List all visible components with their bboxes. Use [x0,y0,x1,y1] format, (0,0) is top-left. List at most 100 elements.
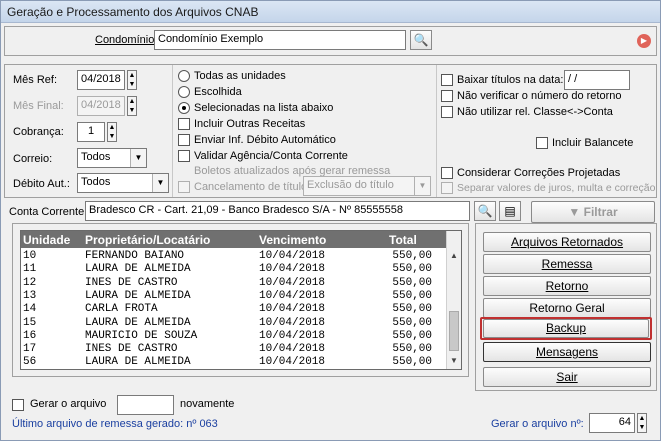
table-cell: 56 [23,356,37,369]
table-cell: 550,00 [392,316,432,329]
escolhida-label: Escolhida [194,86,242,98]
filtrar-button[interactable]: ▼ Filtrar [531,201,655,223]
sair-button[interactable]: Sair [483,367,651,387]
exclusao-value: Exclusão do título [307,179,394,191]
table-cell: 550,00 [392,356,432,369]
condominio-field[interactable]: Condomínio Exemplo [154,30,406,50]
table-cell: LAURA DE ALMEIDA [85,356,191,369]
table-cell: 10/04/2018 [259,329,326,342]
gerar-numero-spinner[interactable]: ▲ ▼ [637,413,647,433]
radio-selecionadas[interactable] [178,102,190,114]
mes-final-field[interactable]: 04/2018 [77,96,125,116]
table-row[interactable]: 15 LAURA DE ALMEIDA 10/04/2018 550,00 [21,317,446,330]
radio-todas-unidades[interactable] [178,70,190,82]
backup-button[interactable]: Backup [483,319,649,338]
separar-valores-checkbox[interactable] [441,182,453,194]
table-cell: 10 [23,250,37,262]
incluir-balancete-label: Incluir Balancete [552,137,634,149]
header-vencimento[interactable]: Vencimento [259,233,326,247]
table-cell: LAURA DE ALMEIDA [85,263,191,276]
exclusao-select[interactable]: Exclusão do título ▼ [303,176,431,196]
correio-value: Todos [81,151,111,163]
table-cell: 550,00 [392,303,432,316]
scroll-thumb[interactable] [449,311,459,351]
enviar-debito-checkbox[interactable] [178,134,190,146]
table-row[interactable]: 10 FERNANDO BAIANO 10/04/2018 550,00 [21,250,446,263]
table-cell: 550,00 [392,250,432,262]
incluir-outras-checkbox[interactable] [178,118,190,130]
nao-utilizar-checkbox[interactable] [441,106,453,118]
header-proprietario[interactable]: Proprietário/Locatário [85,233,210,247]
table-cell: FERNANDO BAIANO [85,250,185,262]
considerar-correcoes-label: Considerar Correções Projetadas [457,167,621,179]
gerar-arquivo-field[interactable] [117,395,174,415]
mes-ref-field[interactable]: 04/2018 [77,70,125,90]
table-cell: 10/04/2018 [259,263,326,276]
sair-label: Sair [556,370,578,384]
table-row[interactable]: 14 CARLA FROTA 10/04/2018 550,00 [21,303,446,316]
baixar-date-field[interactable]: / / [564,70,630,90]
table-row[interactable]: 13 LAURA DE ALMEIDA 10/04/2018 550,00 [21,290,446,303]
table-cell: 17 [23,343,37,356]
options-panel: Mês Ref: 04/2018 ▲ ▼ Mês Final: 04/2018 ▲… [4,64,657,198]
retorno-geral-button[interactable]: Retorno Geral [483,298,651,318]
scroll-up-icon[interactable]: ▲ [447,249,461,263]
validar-agencia-checkbox[interactable] [178,150,190,162]
arquivos-retornados-button[interactable]: Arquivos Retornados [483,232,651,252]
cancelamento-checkbox[interactable] [178,181,190,193]
search-conta-button[interactable]: 🔍 [474,201,496,221]
cobranca-field[interactable]: 1 [77,122,105,142]
mensagens-button[interactable]: Mensagens [483,342,651,362]
table-cell: 550,00 [392,263,432,276]
correio-select[interactable]: Todos ▼ [77,148,147,168]
table-cell: 12 [23,276,37,289]
remessa-button[interactable]: Remessa [483,254,651,274]
header-unidade[interactable]: Unidade [23,233,70,247]
considerar-correcoes-checkbox[interactable] [441,167,453,179]
mes-ref-label: Mês Ref: [13,74,58,86]
gerar-arquivo-checkbox[interactable] [12,399,24,411]
debito-select[interactable]: Todos ▼ [77,173,169,193]
conta-corrente-label: Conta Corrente: [9,206,88,218]
grid-scrollbar[interactable]: ▲ ▼ [446,231,461,369]
nao-verificar-checkbox[interactable] [441,90,453,102]
gerar-numero-field[interactable]: 64 [589,413,635,433]
nao-utilizar-label: Não utilizar rel. Classe<->Conta [457,106,613,118]
table-cell: 16 [23,329,37,342]
report-button[interactable]: ▤ [499,201,521,221]
table-cell: 10/04/2018 [259,276,326,289]
mes-final-spinner[interactable]: ▲ ▼ [127,96,137,116]
conta-corrente-field[interactable]: Bradesco CR - Cart. 21,09 - Banco Brades… [85,201,470,221]
todas-unidades-label: Todas as unidades [194,70,286,82]
table-row[interactable]: 17 INES DE CASTRO 10/04/2018 550,00 [21,343,446,356]
condominio-label: Condomínio: [95,34,158,46]
gerar-numero-label: Gerar o arquivo nº: [491,418,584,430]
table-row[interactable]: 11 LAURA DE ALMEIDA 10/04/2018 550,00 [21,263,446,276]
validar-agencia-label: Validar Agência/Conta Corrente [194,150,348,162]
table-row[interactable]: 56 LAURA DE ALMEIDA 10/04/2018 550,00 [21,356,446,369]
filtrar-label: Filtrar [583,205,618,219]
search-condominio-button[interactable]: 🔍 [410,30,432,50]
novamente-label: novamente [180,398,235,410]
scroll-down-icon[interactable]: ▼ [447,354,461,368]
debito-value: Todos [81,176,111,188]
unidades-grid[interactable]: Unidade Proprietário/Locatário Venciment… [20,230,462,370]
incluir-balancete-checkbox[interactable] [536,137,548,149]
table-cell: 10/04/2018 [259,356,326,369]
retorno-button[interactable]: Retorno [483,276,651,296]
binoculars-icon: 🔍 [477,204,493,218]
chevron-down-icon: ▼ [130,149,146,167]
mes-ref-spinner[interactable]: ▲ ▼ [127,70,137,90]
header-total[interactable]: Total [389,233,417,247]
table-row[interactable]: 12 INES DE CASTRO 10/04/2018 550,00 [21,277,446,290]
cobranca-spinner[interactable]: ▲ ▼ [107,122,117,142]
table-cell: 10/04/2018 [259,343,326,356]
table-row[interactable]: 16 MAURICIO DE SOUZA 10/04/2018 550,00 [21,330,446,343]
binoculars-icon: 🔍 [413,33,429,47]
table-cell: CARLA FROTA [85,303,158,316]
radio-escolhida[interactable] [178,86,190,98]
arquivos-retornados-label: Arquivos Retornados [510,235,624,249]
cobranca-label: Cobrança: [13,126,64,138]
next-icon[interactable]: ▶ [637,34,651,48]
baixar-titulos-checkbox[interactable] [441,74,453,86]
